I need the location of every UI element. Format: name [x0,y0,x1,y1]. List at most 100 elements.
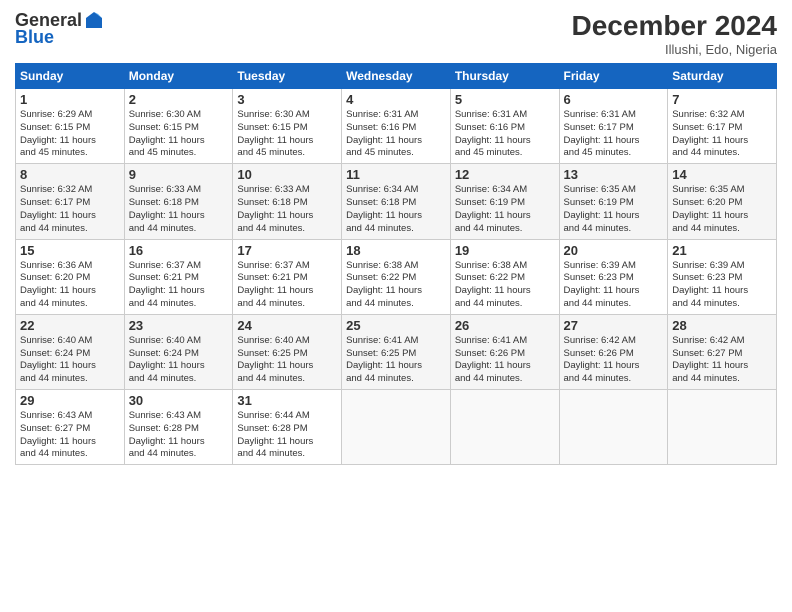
day-info: Sunrise: 6:32 AM Sunset: 6:17 PM Dayligh… [672,109,772,160]
calendar-day-cell [342,390,451,465]
day-info: Sunrise: 6:34 AM Sunset: 6:18 PM Dayligh… [346,184,446,235]
day-info: Sunrise: 6:33 AM Sunset: 6:18 PM Dayligh… [237,184,337,235]
day-number: 26 [455,318,555,333]
calendar-day-cell: 12Sunrise: 6:34 AM Sunset: 6:19 PM Dayli… [450,164,559,239]
day-number: 8 [20,167,120,182]
calendar-day-cell: 14 Sunrise: 6:35 AM Sunset: 6:20 PM Dayli… [668,164,777,239]
calendar-day-cell: 17Sunrise: 6:37 AM Sunset: 6:21 PM Dayli… [233,239,342,314]
calendar-day-cell: 9 Sunrise: 6:33 AM Sunset: 6:18 PM Daylig… [124,164,233,239]
calendar-day-cell: 16 Sunrise: 6:37 AM Sunset: 6:21 PM Dayli… [124,239,233,314]
day-info: Sunrise: 6:40 AM Sunset: 6:24 PM Dayligh… [20,335,120,386]
day-number: 31 [237,393,337,408]
calendar-header-cell: Wednesday [342,64,451,89]
day-number: 24 [237,318,337,333]
day-number: 11 [346,167,446,182]
calendar-day-cell: 19Sunrise: 6:38 AM Sunset: 6:22 PM Dayli… [450,239,559,314]
page-container: General Blue December 2024 Illushi, Edo,… [0,0,792,475]
day-number: 17 [237,243,337,258]
day-info: Sunrise: 6:43 AM Sunset: 6:28 PM Dayligh… [129,410,229,461]
day-info: Sunrise: 6:39 AM Sunset: 6:23 PM Dayligh… [672,260,772,311]
calendar-day-cell: 23 Sunrise: 6:40 AM Sunset: 6:24 PM Dayli… [124,314,233,389]
day-number: 12 [455,167,555,182]
day-info: Sunrise: 6:31 AM Sunset: 6:16 PM Dayligh… [455,109,555,160]
title-block: December 2024 Illushi, Edo, Nigeria [572,10,777,57]
location: Illushi, Edo, Nigeria [572,42,777,57]
calendar-day-cell: 8Sunrise: 6:32 AM Sunset: 6:17 PM Daylig… [16,164,125,239]
day-number: 16 [129,243,229,258]
calendar-day-cell: 5 Sunrise: 6:31 AM Sunset: 6:16 PM Daylig… [450,89,559,164]
calendar-day-cell: 11 Sunrise: 6:34 AM Sunset: 6:18 PM Dayli… [342,164,451,239]
day-number: 30 [129,393,229,408]
calendar-day-cell: 4Sunrise: 6:31 AM Sunset: 6:16 PM Daylig… [342,89,451,164]
day-info: Sunrise: 6:30 AM Sunset: 6:15 PM Dayligh… [129,109,229,160]
day-info: Sunrise: 6:30 AM Sunset: 6:15 PM Dayligh… [237,109,337,160]
day-number: 23 [129,318,229,333]
day-info: Sunrise: 6:29 AM Sunset: 6:15 PM Dayligh… [20,109,120,160]
day-number: 6 [564,92,664,107]
calendar-header-cell: Sunday [16,64,125,89]
calendar-body: 1 Sunrise: 6:29 AM Sunset: 6:15 PM Daylig… [16,89,777,465]
calendar-table: SundayMondayTuesdayWednesdayThursdayFrid… [15,63,777,465]
day-number: 21 [672,243,772,258]
month-title: December 2024 [572,10,777,42]
day-number: 14 [672,167,772,182]
day-number: 9 [129,167,229,182]
calendar-day-cell: 20 Sunrise: 6:39 AM Sunset: 6:23 PM Dayli… [559,239,668,314]
calendar-day-cell: 3 Sunrise: 6:30 AM Sunset: 6:15 PM Daylig… [233,89,342,164]
calendar-day-cell: 7 Sunrise: 6:32 AM Sunset: 6:17 PM Daylig… [668,89,777,164]
day-number: 3 [237,92,337,107]
calendar-day-cell: 10 Sunrise: 6:33 AM Sunset: 6:18 PM Dayli… [233,164,342,239]
day-number: 19 [455,243,555,258]
calendar-header-row: SundayMondayTuesdayWednesdayThursdayFrid… [16,64,777,89]
calendar-header-cell: Friday [559,64,668,89]
day-number: 5 [455,92,555,107]
logo: General Blue [15,10,104,48]
calendar-header-cell: Saturday [668,64,777,89]
day-number: 20 [564,243,664,258]
calendar-day-cell [668,390,777,465]
day-number: 13 [564,167,664,182]
day-number: 2 [129,92,229,107]
day-info: Sunrise: 6:41 AM Sunset: 6:25 PM Dayligh… [346,335,446,386]
header: General Blue December 2024 Illushi, Edo,… [15,10,777,57]
day-info: Sunrise: 6:35 AM Sunset: 6:20 PM Dayligh… [672,184,772,235]
calendar-day-cell: 6 Sunrise: 6:31 AM Sunset: 6:17 PM Daylig… [559,89,668,164]
day-number: 25 [346,318,446,333]
day-number: 29 [20,393,120,408]
day-info: Sunrise: 6:31 AM Sunset: 6:16 PM Dayligh… [346,109,446,160]
logo-icon [84,10,104,30]
day-info: Sunrise: 6:40 AM Sunset: 6:24 PM Dayligh… [129,335,229,386]
calendar-day-cell: 24 Sunrise: 6:40 AM Sunset: 6:25 PM Dayli… [233,314,342,389]
calendar-day-cell [559,390,668,465]
calendar-day-cell: 29Sunrise: 6:43 AM Sunset: 6:27 PM Dayli… [16,390,125,465]
calendar-week-row: 22 Sunrise: 6:40 AM Sunset: 6:24 PM Dayli… [16,314,777,389]
day-info: Sunrise: 6:42 AM Sunset: 6:27 PM Dayligh… [672,335,772,386]
day-info: Sunrise: 6:42 AM Sunset: 6:26 PM Dayligh… [564,335,664,386]
day-number: 27 [564,318,664,333]
calendar-day-cell: 26Sunrise: 6:41 AM Sunset: 6:26 PM Dayli… [450,314,559,389]
day-info: Sunrise: 6:44 AM Sunset: 6:28 PM Dayligh… [237,410,337,461]
day-info: Sunrise: 6:39 AM Sunset: 6:23 PM Dayligh… [564,260,664,311]
calendar-day-cell [450,390,559,465]
day-number: 1 [20,92,120,107]
calendar-day-cell: 31 Sunrise: 6:44 AM Sunset: 6:28 PM Dayli… [233,390,342,465]
calendar-day-cell: 15 Sunrise: 6:36 AM Sunset: 6:20 PM Dayli… [16,239,125,314]
calendar-day-cell: 13 Sunrise: 6:35 AM Sunset: 6:19 PM Dayli… [559,164,668,239]
day-number: 7 [672,92,772,107]
calendar-day-cell: 18Sunrise: 6:38 AM Sunset: 6:22 PM Dayli… [342,239,451,314]
calendar-week-row: 1 Sunrise: 6:29 AM Sunset: 6:15 PM Daylig… [16,89,777,164]
day-number: 15 [20,243,120,258]
day-info: Sunrise: 6:33 AM Sunset: 6:18 PM Dayligh… [129,184,229,235]
day-number: 22 [20,318,120,333]
day-info: Sunrise: 6:31 AM Sunset: 6:17 PM Dayligh… [564,109,664,160]
day-number: 10 [237,167,337,182]
day-info: Sunrise: 6:40 AM Sunset: 6:25 PM Dayligh… [237,335,337,386]
day-info: Sunrise: 6:37 AM Sunset: 6:21 PM Dayligh… [129,260,229,311]
calendar-week-row: 29Sunrise: 6:43 AM Sunset: 6:27 PM Dayli… [16,390,777,465]
day-info: Sunrise: 6:35 AM Sunset: 6:19 PM Dayligh… [564,184,664,235]
calendar-week-row: 15 Sunrise: 6:36 AM Sunset: 6:20 PM Dayli… [16,239,777,314]
day-info: Sunrise: 6:36 AM Sunset: 6:20 PM Dayligh… [20,260,120,311]
calendar-header-cell: Monday [124,64,233,89]
calendar-day-cell: 2 Sunrise: 6:30 AM Sunset: 6:15 PM Daylig… [124,89,233,164]
calendar-day-cell: 30 Sunrise: 6:43 AM Sunset: 6:28 PM Dayli… [124,390,233,465]
